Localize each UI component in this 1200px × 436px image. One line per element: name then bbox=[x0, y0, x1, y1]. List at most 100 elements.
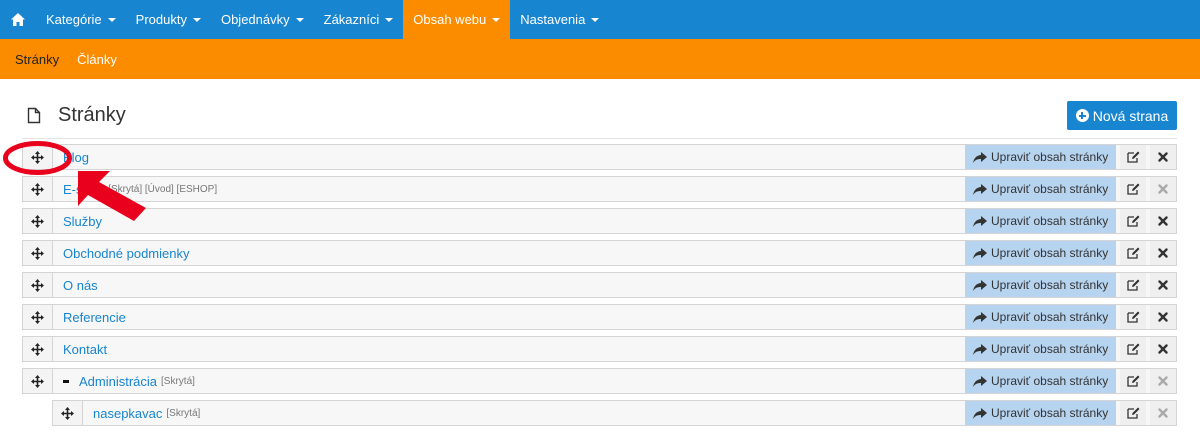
edit-content-label: Upraviť obsah stránky bbox=[991, 278, 1109, 292]
page-title-cell: E-shop [Skrytá] [Úvod] [ESHOP] bbox=[53, 182, 965, 197]
delete-icon bbox=[1158, 344, 1168, 354]
delete-icon bbox=[1158, 376, 1168, 386]
new-page-button[interactable]: Nová strana bbox=[1067, 101, 1177, 130]
nav-zakaznici[interactable]: Zákazníci bbox=[314, 0, 404, 39]
page-link[interactable]: Referencie bbox=[63, 310, 126, 325]
share-arrow-icon bbox=[973, 343, 987, 355]
page-tags: [Skrytá] [Úvod] [ESHOP] bbox=[108, 183, 218, 195]
edit-content-button[interactable]: Upraviť obsah stránky bbox=[965, 241, 1116, 265]
share-arrow-icon bbox=[973, 247, 987, 259]
edit-button[interactable] bbox=[1120, 369, 1146, 393]
delete-button[interactable] bbox=[1150, 337, 1176, 361]
edit-content-label: Upraviť obsah stránky bbox=[991, 214, 1109, 228]
delete-button[interactable] bbox=[1150, 177, 1176, 201]
sub-navigation: Stránky Články bbox=[0, 39, 1200, 79]
drag-handle[interactable] bbox=[23, 209, 53, 233]
page-title-cell: Kontakt bbox=[53, 342, 965, 357]
page-link[interactable]: Kontakt bbox=[63, 342, 107, 357]
edit-content-label: Upraviť obsah stránky bbox=[991, 406, 1109, 420]
page-row: Služby Upraviť obsah stránky bbox=[22, 208, 1177, 234]
edit-content-button[interactable]: Upraviť obsah stránky bbox=[965, 369, 1116, 393]
chevron-down-icon bbox=[192, 18, 201, 22]
page-title-cell: O nás bbox=[53, 278, 965, 293]
page-row: Referencie Upraviť obsah stránky bbox=[22, 304, 1177, 330]
delete-button[interactable] bbox=[1150, 401, 1176, 425]
page-row: Obchodné podmienky Upraviť obsah stránky bbox=[22, 240, 1177, 266]
drag-handle[interactable] bbox=[53, 401, 83, 425]
edit-icon bbox=[1126, 183, 1139, 195]
move-icon bbox=[31, 310, 44, 324]
page-title-cell: Obchodné podmienky bbox=[53, 246, 965, 261]
edit-content-button[interactable]: Upraviť obsah stránky bbox=[965, 401, 1116, 425]
delete-button[interactable] bbox=[1150, 241, 1176, 265]
edit-content-label: Upraviť obsah stránky bbox=[991, 246, 1109, 260]
subnav-clanky[interactable]: Články bbox=[68, 52, 126, 67]
page-title-cell: nasepkavac [Skrytá] bbox=[83, 406, 965, 421]
nav-objednavky[interactable]: Objednávky bbox=[211, 0, 314, 39]
subnav-stranky[interactable]: Stránky bbox=[6, 52, 68, 67]
edit-button[interactable] bbox=[1120, 305, 1146, 329]
drag-handle[interactable] bbox=[23, 241, 53, 265]
edit-content-button[interactable]: Upraviť obsah stránky bbox=[965, 305, 1116, 329]
edit-button[interactable] bbox=[1120, 401, 1146, 425]
page-link[interactable]: Služby bbox=[63, 214, 102, 229]
drag-handle[interactable] bbox=[23, 337, 53, 361]
header-divider bbox=[22, 138, 1177, 139]
nav-obsah-webu[interactable]: Obsah webu bbox=[403, 0, 511, 39]
edit-icon bbox=[1126, 343, 1139, 355]
edit-button[interactable] bbox=[1120, 145, 1146, 169]
drag-handle[interactable] bbox=[23, 273, 53, 297]
page-link[interactable]: Administrácia bbox=[79, 374, 157, 389]
page-tags: [Skrytá] bbox=[166, 407, 201, 419]
delete-button[interactable] bbox=[1150, 369, 1176, 393]
edit-button[interactable] bbox=[1120, 337, 1146, 361]
delete-button[interactable] bbox=[1150, 209, 1176, 233]
edit-button[interactable] bbox=[1120, 241, 1146, 265]
page-link[interactable]: E-shop bbox=[63, 182, 104, 197]
share-arrow-icon bbox=[973, 183, 987, 195]
drag-handle[interactable] bbox=[23, 177, 53, 201]
edit-content-button[interactable]: Upraviť obsah stránky bbox=[965, 209, 1116, 233]
page-row: E-shop [Skrytá] [Úvod] [ESHOP] Upraviť o… bbox=[22, 176, 1177, 202]
edit-content-button[interactable]: Upraviť obsah stránky bbox=[965, 273, 1116, 297]
move-icon bbox=[61, 406, 74, 420]
drag-handle[interactable] bbox=[23, 369, 53, 393]
edit-button[interactable] bbox=[1120, 273, 1146, 297]
drag-handle[interactable] bbox=[23, 305, 53, 329]
page-tags: [Skrytá] bbox=[161, 375, 195, 387]
page-row: nasepkavac [Skrytá] Upraviť obsah stránk… bbox=[52, 400, 1177, 426]
edit-content-button[interactable]: Upraviť obsah stránky bbox=[965, 145, 1116, 169]
edit-button[interactable] bbox=[1120, 177, 1146, 201]
nav-nastavenia[interactable]: Nastavenia bbox=[510, 0, 609, 39]
page-row: Blog Upraviť obsah stránky bbox=[22, 144, 1177, 170]
nav-produkty[interactable]: Produkty bbox=[126, 0, 211, 39]
delete-icon bbox=[1158, 152, 1168, 162]
nav-kategorie[interactable]: Kategórie bbox=[36, 0, 126, 39]
new-page-label: Nová strana bbox=[1092, 107, 1169, 124]
move-icon bbox=[31, 342, 44, 356]
page-link[interactable]: O nás bbox=[63, 278, 98, 293]
edit-icon bbox=[1126, 311, 1139, 323]
delete-icon bbox=[1158, 280, 1168, 290]
delete-button[interactable] bbox=[1150, 145, 1176, 169]
home-button[interactable] bbox=[0, 0, 36, 39]
chevron-down-icon bbox=[107, 18, 116, 22]
edit-button[interactable] bbox=[1120, 209, 1146, 233]
delete-icon bbox=[1158, 408, 1168, 418]
delete-button[interactable] bbox=[1150, 273, 1176, 297]
move-icon bbox=[31, 214, 44, 228]
delete-button[interactable] bbox=[1150, 305, 1176, 329]
collapse-icon[interactable] bbox=[63, 379, 69, 383]
page-link[interactable]: Blog bbox=[63, 150, 89, 165]
move-icon bbox=[31, 246, 44, 260]
edit-content-button[interactable]: Upraviť obsah stránky bbox=[965, 177, 1116, 201]
share-arrow-icon bbox=[973, 215, 987, 227]
page-link[interactable]: nasepkavac bbox=[93, 406, 162, 421]
nav-label: Objednávky bbox=[220, 12, 290, 27]
nav-label: Produkty bbox=[135, 12, 187, 27]
edit-content-button[interactable]: Upraviť obsah stránky bbox=[965, 337, 1116, 361]
drag-handle[interactable] bbox=[23, 145, 53, 169]
chevron-down-icon bbox=[385, 18, 394, 22]
page-link[interactable]: Obchodné podmienky bbox=[63, 246, 189, 261]
share-arrow-icon bbox=[973, 375, 987, 387]
